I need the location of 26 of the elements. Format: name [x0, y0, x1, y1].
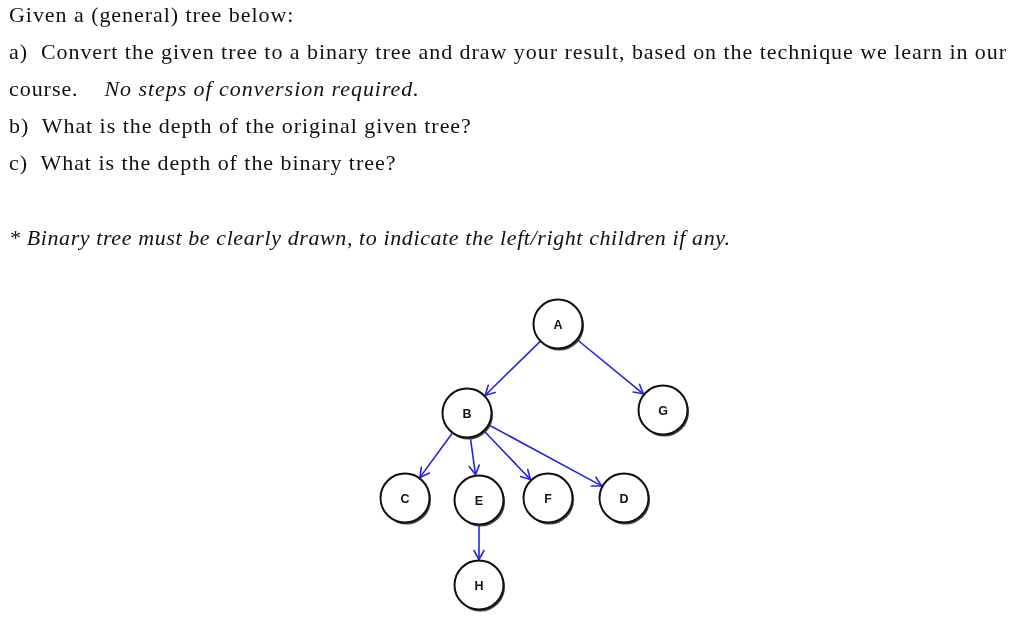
question-text: a) Convert the given tree to a binary tree and draw your result, based on the technique we learn in our course. No steps of conversion required. — [9, 38, 1009, 103]
tree-node — [637, 384, 689, 437]
tree-node — [532, 298, 584, 351]
question-text: c) What is the depth of the binary tree? — [9, 149, 398, 177]
tree-node — [522, 472, 574, 525]
edge-arrow — [468, 436, 480, 476]
question-text: b) What is the depth of the original given tree? — [9, 112, 473, 140]
tree-node — [453, 559, 505, 612]
node-label: C — [400, 491, 410, 506]
node-label: E — [474, 493, 484, 508]
edge-arrow — [576, 338, 645, 395]
node-label: F — [544, 491, 552, 506]
tree-node — [453, 474, 505, 527]
edge-arrow — [473, 523, 485, 561]
node-label: D — [619, 491, 629, 506]
node-label: G — [658, 403, 668, 418]
tree-node — [379, 472, 431, 525]
node-label: A — [553, 317, 563, 332]
node-label: B — [462, 406, 472, 421]
tree-node — [441, 387, 493, 440]
node-label: H — [474, 578, 484, 593]
edge-arrow — [484, 340, 542, 396]
edge-arrow — [419, 432, 454, 479]
tree-node — [598, 472, 650, 525]
heading-text: Given a (general) tree below: — [9, 1, 296, 29]
note-text: * Binary tree must be clearly drawn, to indicate the left/right children if any. — [9, 224, 732, 252]
